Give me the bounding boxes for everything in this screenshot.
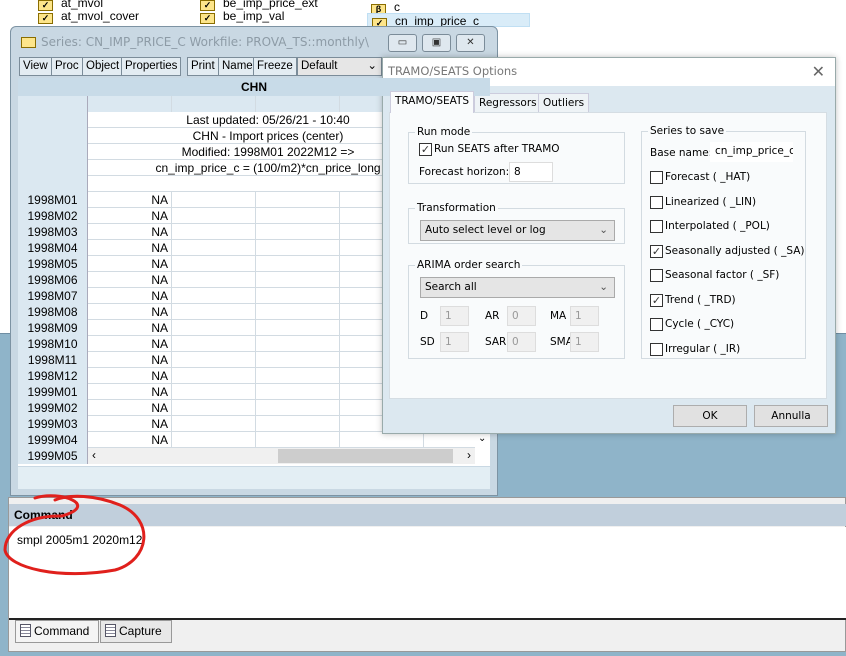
tab-tramo-seats[interactable]: TRAMO/SEATS: [390, 91, 475, 113]
